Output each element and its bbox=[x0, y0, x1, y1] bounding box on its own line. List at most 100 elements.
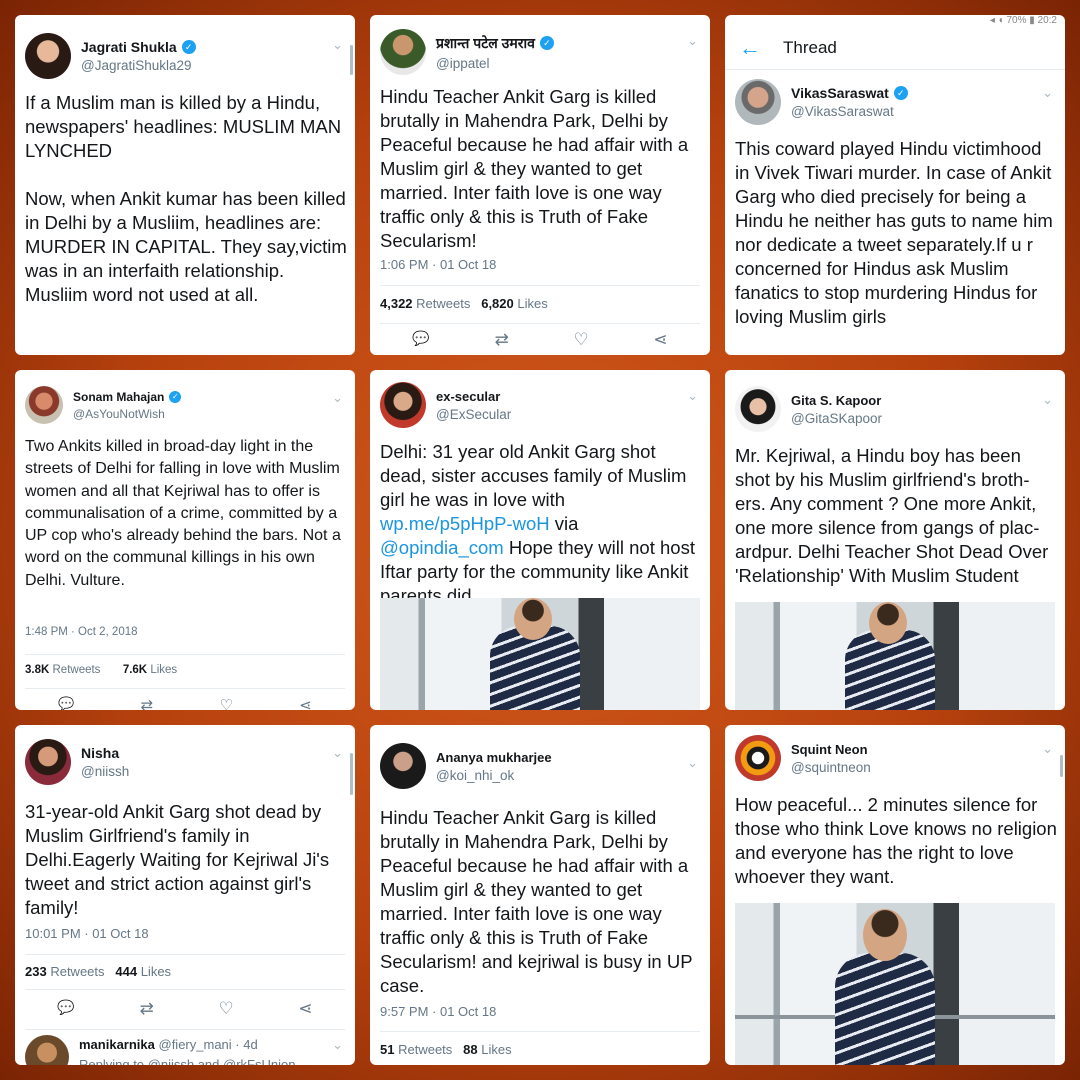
likes-label[interactable]: Likes bbox=[150, 664, 177, 676]
reply-handle[interactable]: @fiery_mani · 4d bbox=[159, 1037, 258, 1052]
tweet-timestamp[interactable]: 1:06 PM · 01 Oct 18 bbox=[380, 257, 496, 272]
tweet-link[interactable]: wp.me/p5pHpP-woH bbox=[380, 513, 550, 534]
display-name[interactable]: Sonam Mahajan bbox=[73, 390, 164, 404]
chevron-down-icon[interactable]: ⌄ bbox=[687, 388, 698, 404]
avatar[interactable] bbox=[380, 29, 426, 75]
verified-badge-icon: ✓ bbox=[181, 40, 196, 54]
chevron-down-icon[interactable]: ⌄ bbox=[332, 745, 343, 761]
share-icon[interactable]: ⋖ bbox=[298, 999, 312, 1019]
user-handle[interactable]: @ExSecular bbox=[436, 407, 511, 422]
tweet-timestamp[interactable]: 10:01 PM · 01 Oct 18 bbox=[25, 926, 149, 941]
scrollbar[interactable] bbox=[1060, 755, 1063, 777]
photo-person-head bbox=[869, 602, 907, 644]
tweet-card-4: Sonam Mahajan ✓ @AsYouNotWish ⌄ Two Anki… bbox=[15, 370, 355, 710]
display-name[interactable]: Ananya mukharjee bbox=[436, 750, 552, 765]
share-icon[interactable]: ⋖ bbox=[299, 696, 312, 710]
reply-preview[interactable]: manikarnika @fiery_mani · 4d Replying to… bbox=[25, 1035, 345, 1065]
like-icon[interactable]: ♡ bbox=[220, 696, 233, 710]
display-name[interactable]: Nisha bbox=[81, 745, 119, 761]
like-count[interactable]: 7.6K bbox=[123, 664, 147, 676]
divider bbox=[25, 989, 345, 990]
reply-to[interactable]: Replying to @niissh and @rkFsUnion bbox=[79, 1057, 295, 1065]
user-handle[interactable]: @AsYouNotWish bbox=[73, 407, 181, 421]
chevron-down-icon[interactable]: ⌄ bbox=[332, 37, 343, 53]
like-icon[interactable]: ♡ bbox=[573, 330, 588, 350]
tweet-stats: 233 Retweets 444 Likes bbox=[25, 964, 345, 979]
avatar[interactable] bbox=[735, 79, 781, 125]
tweet-text-part: via bbox=[549, 513, 579, 534]
avatar[interactable] bbox=[25, 386, 63, 424]
tweet-text: 31-year-old Ankit Garg shot dead by Musl… bbox=[25, 801, 330, 918]
tweet-text: If a Muslim man is killed by a Hindu, ne… bbox=[25, 92, 347, 305]
chevron-down-icon[interactable]: ⌄ bbox=[332, 1037, 343, 1053]
display-name[interactable]: ex-secular bbox=[436, 389, 500, 404]
retweet-icon[interactable]: ⇄ bbox=[494, 330, 508, 350]
display-name[interactable]: प्रशान्त पटेल उमराव bbox=[436, 34, 535, 53]
retweets-label[interactable]: Retweets bbox=[398, 1042, 452, 1057]
display-name[interactable]: VikasSaraswat bbox=[791, 85, 889, 101]
likes-label[interactable]: Likes bbox=[481, 1042, 511, 1057]
tweet-photo[interactable] bbox=[735, 903, 1055, 1065]
user-handle[interactable]: @VikasSaraswat bbox=[791, 104, 908, 119]
retweet-icon[interactable]: ⇄ bbox=[141, 696, 154, 710]
avatar[interactable] bbox=[380, 382, 426, 428]
user-handle[interactable]: @ippatel bbox=[436, 56, 554, 71]
like-count[interactable]: 6,820 bbox=[481, 296, 514, 311]
chevron-down-icon[interactable]: ⌄ bbox=[687, 33, 698, 49]
reply-icon[interactable]: 💬 bbox=[57, 999, 74, 1019]
share-icon[interactable]: ⋖ bbox=[653, 330, 667, 350]
scrollbar[interactable] bbox=[350, 45, 353, 75]
scrollbar[interactable] bbox=[350, 753, 353, 795]
chevron-down-icon[interactable]: ⌄ bbox=[1042, 85, 1053, 101]
tweet-timestamp[interactable]: 1:48 PM · Oct 2, 2018 bbox=[25, 626, 138, 638]
reply-icon[interactable]: 💬 bbox=[412, 330, 429, 350]
tweet-stats: 3.8K Retweets 7.6K Likes bbox=[25, 664, 345, 676]
retweet-count[interactable]: 51 bbox=[380, 1042, 394, 1057]
back-arrow-icon[interactable]: ← bbox=[739, 35, 761, 61]
user-handle[interactable]: @GitaSKapoor bbox=[791, 411, 882, 426]
user-handle[interactable]: @koi_nhi_ok bbox=[436, 768, 552, 783]
like-count[interactable]: 444 bbox=[115, 964, 137, 979]
tweet-text: Hindu Teacher Ankit Garg is killed bruta… bbox=[380, 86, 689, 251]
avatar[interactable] bbox=[25, 739, 71, 785]
reply-icon[interactable]: 💬 bbox=[58, 696, 74, 710]
tweet-card-3: ◂ ◖ 70% ▮ 20:2 ← Thread VikasSaraswat ✓ … bbox=[725, 15, 1065, 355]
display-name[interactable]: Jagrati Shukla bbox=[81, 39, 177, 55]
tweet-text: How peaceful... 2 minutes silence for th… bbox=[735, 794, 1057, 887]
retweets-label[interactable]: Retweets bbox=[50, 964, 104, 979]
retweet-count[interactable]: 233 bbox=[25, 964, 47, 979]
display-name[interactable]: Squint Neon bbox=[791, 742, 868, 757]
like-icon[interactable]: ♡ bbox=[218, 999, 233, 1019]
user-handle[interactable]: @JagratiShukla29 bbox=[81, 58, 196, 73]
verified-badge-icon: ✓ bbox=[539, 36, 554, 50]
tweet-photo[interactable] bbox=[380, 598, 700, 710]
photo-person-head bbox=[514, 598, 552, 640]
photo-person-head bbox=[863, 909, 907, 961]
reply-author[interactable]: manikarnika bbox=[79, 1037, 155, 1052]
avatar[interactable] bbox=[25, 33, 71, 79]
tweet-text: Two Ankits killed in broad-day light in … bbox=[25, 438, 341, 589]
chevron-down-icon[interactable]: ⌄ bbox=[1042, 741, 1053, 757]
likes-label[interactable]: Likes bbox=[517, 296, 547, 311]
retweet-count[interactable]: 3.8K bbox=[25, 664, 49, 676]
tweet-photo[interactable] bbox=[735, 602, 1055, 710]
avatar[interactable] bbox=[735, 386, 781, 432]
retweets-label[interactable]: Retweets bbox=[53, 664, 101, 676]
retweet-count[interactable]: 4,322 bbox=[380, 296, 413, 311]
chevron-down-icon[interactable]: ⌄ bbox=[687, 755, 698, 771]
retweets-label[interactable]: Retweets bbox=[416, 296, 470, 311]
user-handle[interactable]: @niissh bbox=[81, 764, 129, 779]
avatar[interactable] bbox=[25, 1035, 69, 1065]
tweet-timestamp[interactable]: 9:57 PM · 01 Oct 18 bbox=[380, 1004, 496, 1019]
likes-label[interactable]: Likes bbox=[141, 964, 171, 979]
user-handle[interactable]: @squintneon bbox=[791, 760, 871, 775]
like-count[interactable]: 88 bbox=[463, 1042, 477, 1057]
retweet-icon[interactable]: ⇄ bbox=[139, 999, 153, 1019]
display-name[interactable]: Gita S. Kapoor bbox=[791, 393, 881, 408]
mention-link[interactable]: @opindia_com bbox=[380, 537, 504, 558]
chevron-down-icon[interactable]: ⌄ bbox=[332, 390, 343, 406]
avatar[interactable] bbox=[735, 735, 781, 781]
avatar[interactable] bbox=[380, 743, 426, 789]
divider bbox=[25, 654, 345, 655]
chevron-down-icon[interactable]: ⌄ bbox=[1042, 392, 1053, 408]
